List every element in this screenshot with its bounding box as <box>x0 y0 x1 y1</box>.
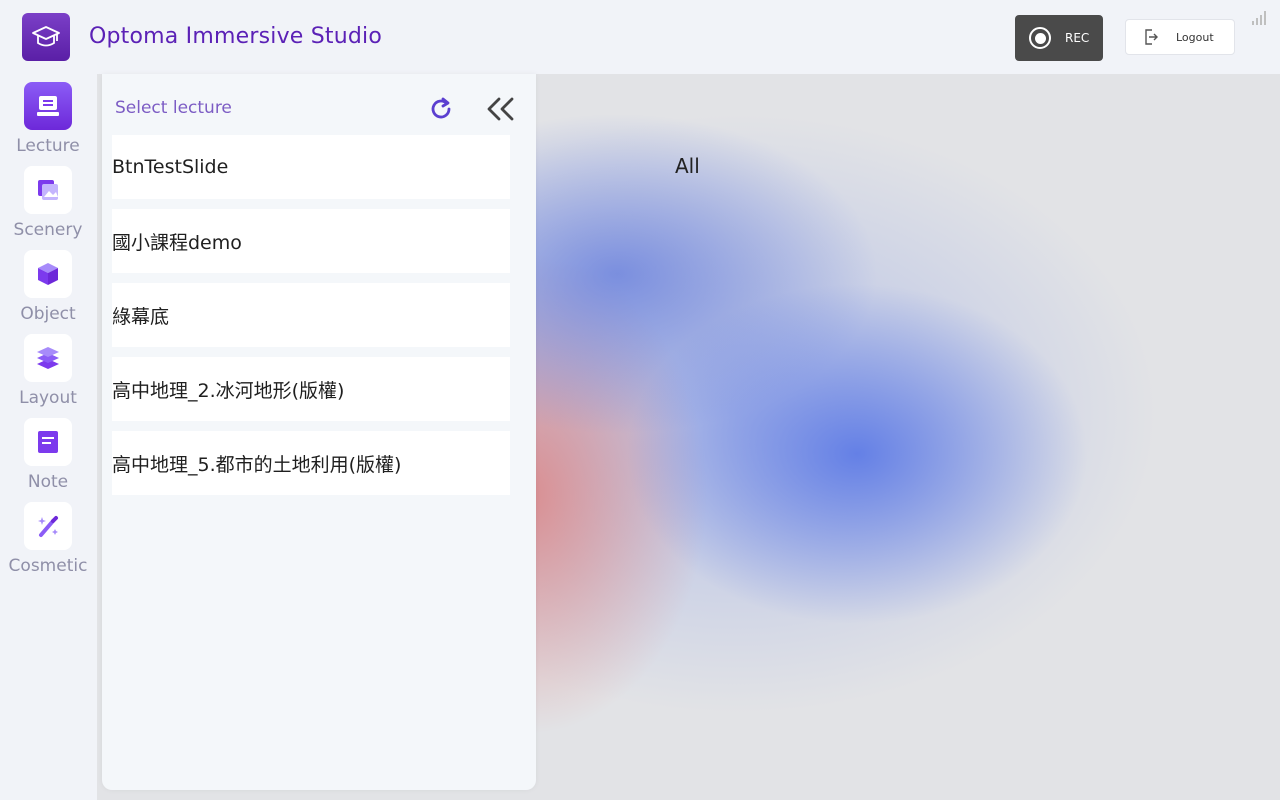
logout-icon <box>1145 29 1158 45</box>
sidebar-item-label: Cosmetic <box>8 556 88 576</box>
rec-label: REC <box>1065 31 1090 45</box>
sidebar: Lecture Scenery Object Layout Note Cosme… <box>0 74 96 800</box>
scenery-icon <box>24 166 72 214</box>
lecture-list-item[interactable]: 綠幕底 <box>112 283 510 347</box>
sidebar-item-scenery[interactable]: Scenery <box>0 166 96 250</box>
object-icon <box>24 250 72 298</box>
signal-icon <box>1252 11 1270 25</box>
sidebar-item-layout[interactable]: Layout <box>0 334 96 418</box>
lecture-list-item[interactable]: 高中地理_2.冰河地形(版權) <box>112 357 510 421</box>
lecture-name: 綠幕底 <box>112 305 170 328</box>
logout-label: Logout <box>1176 30 1214 44</box>
lecture-name: 高中地理_5.都市的土地利用(版權) <box>112 453 402 476</box>
lecture-list-item[interactable]: 高中地理_5.都市的土地利用(版權) <box>112 431 510 495</box>
sidebar-item-object[interactable]: Object <box>0 250 96 334</box>
sidebar-item-label: Layout <box>19 388 77 408</box>
rec-button[interactable]: REC <box>1015 15 1103 61</box>
record-icon <box>1029 27 1051 49</box>
collapse-icon[interactable] <box>485 95 517 123</box>
sidebar-item-cosmetic[interactable]: Cosmetic <box>0 502 96 586</box>
logout-button[interactable]: Logout <box>1125 19 1235 55</box>
lecture-list-item[interactable]: BtnTestSlide <box>112 135 510 199</box>
sidebar-item-label: Object <box>20 304 76 324</box>
lecture-icon <box>24 82 72 130</box>
lecture-name: 高中地理_2.冰河地形(版權) <box>112 379 345 402</box>
app-title: Optoma Immersive Studio <box>89 24 382 49</box>
sidebar-item-note[interactable]: Note <box>0 418 96 502</box>
layout-icon <box>24 334 72 382</box>
lecture-name: BtnTestSlide <box>112 156 229 178</box>
lecture-name: 國小課程demo <box>112 231 242 254</box>
sidebar-item-lecture[interactable]: Lecture <box>0 82 96 166</box>
filter-all-label[interactable]: All <box>675 154 700 178</box>
lecture-list-item[interactable]: 國小課程demo <box>112 209 510 273</box>
sidebar-item-label: Scenery <box>13 220 83 240</box>
refresh-icon[interactable] <box>427 95 455 123</box>
sidebar-item-label: Note <box>27 472 69 492</box>
note-icon <box>24 418 72 466</box>
lecture-panel: Select lecture BtnTestSlide 國小課程demo 綠幕底… <box>102 74 536 790</box>
app-header: Optoma Immersive Studio REC Logout <box>0 0 1280 74</box>
graduation-cap-icon <box>22 13 70 61</box>
panel-title: Select lecture <box>115 98 232 118</box>
cosmetic-icon <box>24 502 72 550</box>
sidebar-item-label: Lecture <box>16 136 80 156</box>
